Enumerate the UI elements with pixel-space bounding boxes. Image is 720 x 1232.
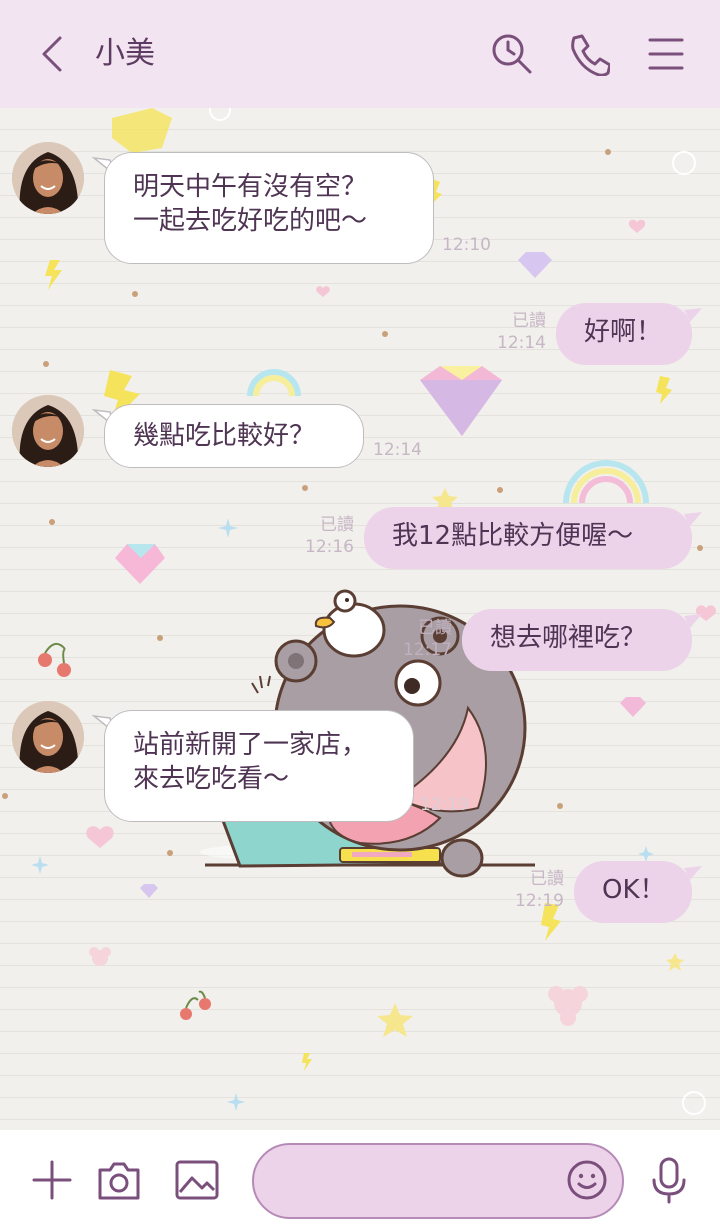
chat-title: 小美 [95,36,155,71]
avatar[interactable] [12,701,84,773]
emoji-icon[interactable] [566,1159,608,1201]
message-bubble-outgoing[interactable]: 我12點比較方便喔～ [364,507,692,569]
message-bubble-incoming[interactable]: 站前新開了一家店， 來去吃吃看～ [104,710,414,822]
message-bubble-incoming[interactable]: 明天中午有沒有空？ 一起去吃好吃的吧～ [104,152,434,264]
chat-header: 小美 [0,0,720,108]
bubble-tail [684,512,702,526]
message-bubble-outgoing[interactable]: OK！ [574,861,692,923]
message-time: 12:14 [497,333,546,353]
menu-icon[interactable] [644,32,688,76]
message-time: 12:19 [420,795,469,815]
avatar[interactable] [12,395,84,467]
message-meta: 已讀 12:17 [394,617,452,661]
camera-icon[interactable] [96,1158,142,1202]
message-time: 12:16 [305,537,354,557]
message-bubble-outgoing[interactable]: 好啊！ [556,303,692,365]
message-meta: 已讀 12:16 [296,514,354,558]
read-receipt: 已讀 [418,618,452,638]
message-meta: 已讀 12:14 [488,310,546,354]
read-receipt: 已讀 [512,311,546,331]
message-time: 12:10 [442,235,491,255]
plus-icon[interactable] [30,1158,74,1202]
avatar-image [12,142,84,214]
mic-icon[interactable] [648,1156,690,1204]
image-icon[interactable] [174,1158,220,1202]
message-meta: 已讀 12:19 [506,868,564,912]
bubble-tail [684,866,702,880]
bubble-tail [684,308,702,322]
message-time: 12:14 [373,440,422,460]
phone-icon[interactable] [566,32,610,76]
message-bubble-incoming[interactable]: 幾點吃比較好？ [104,404,364,468]
avatar-image [12,395,84,467]
read-receipt: 已讀 [530,869,564,889]
message-time: 12:17 [403,640,452,660]
bubble-tail [684,614,702,628]
back-icon[interactable] [36,34,72,74]
avatar[interactable] [12,142,84,214]
read-receipt: 已讀 [320,515,354,535]
message-bubble-outgoing[interactable]: 想去哪裡吃？ [462,609,692,671]
search-icon[interactable] [490,32,534,76]
message-time: 12:19 [515,891,564,911]
avatar-image [12,701,84,773]
